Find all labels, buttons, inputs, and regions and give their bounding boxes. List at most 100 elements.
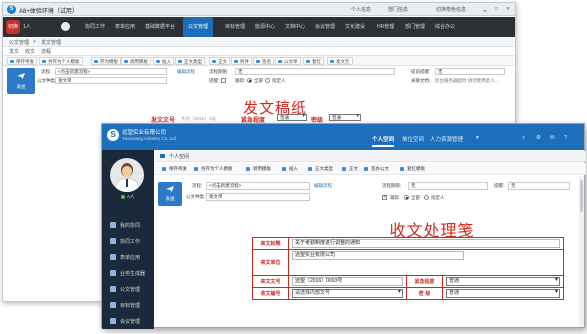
store-template-button[interactable]: 存为模板 [91, 57, 121, 65]
urgency-select[interactable]: 普通 [277, 114, 307, 121]
collab-icon [110, 222, 116, 228]
body-button[interactable]: 正文 [341, 165, 358, 173]
tab-process[interactable]: 流程 [41, 48, 51, 55]
front-window: S 远望实业有限公司 Yuanwang Industry Co.,Ltd. 个人… [101, 123, 586, 329]
save-as-template-button[interactable]: 另存为个人模板 [39, 57, 83, 65]
body-type-button[interactable]: 正文类型 [175, 57, 205, 65]
topnav-more-icon[interactable]: ▾ [476, 135, 479, 141]
nav-item[interactable]: 部门管理 [405, 23, 425, 30]
attachment-button[interactable]: 附件 [231, 57, 252, 65]
insert-button[interactable]: 插入 [153, 57, 174, 65]
vertical-scrollbar[interactable] [579, 176, 584, 327]
titlebar-role-switch[interactable]: 切换角色信息 [436, 6, 466, 13]
track-specified-radio[interactable] [265, 78, 270, 83]
track-all-radio[interactable] [247, 78, 252, 83]
secret-select[interactable]: 普通 [329, 114, 361, 121]
nav-item[interactable]: 表单应用 [115, 23, 135, 30]
scrollbar-thumb[interactable] [580, 180, 583, 212]
body-type-button[interactable]: 正文类型 [307, 165, 333, 173]
topnav-personal-space[interactable]: 个人空间 [372, 135, 395, 147]
sign-button[interactable]: 签名 [253, 57, 274, 65]
sign-icon [364, 167, 368, 171]
send-button[interactable]: 发送 [7, 68, 35, 94]
message-icon[interactable]: ✉ [550, 135, 555, 141]
breadcrumb-item[interactable]: 公文管理 [9, 39, 29, 46]
switch-badge[interactable]: 切换 [6, 20, 20, 34]
edit-process-link[interactable]: 编辑流程 [314, 183, 332, 189]
sidebar-item-collab-work[interactable]: 协同工作 [107, 236, 151, 248]
topnav-hr[interactable]: 人力资源管理 [430, 135, 463, 143]
edit-process-link[interactable]: 编辑流程 [177, 69, 195, 75]
nav-item[interactable]: 文档中心 [285, 23, 305, 30]
avatar[interactable] [110, 158, 144, 192]
titlebar-user-info[interactable]: 个人信息 [351, 6, 371, 13]
save-draft-button[interactable]: 保存待发 [161, 165, 187, 173]
advance-select[interactable]: 无 [435, 68, 505, 75]
doc-type-select[interactable]: 收文单 [206, 193, 310, 201]
remind-checkbox[interactable] [221, 78, 226, 83]
track-checkbox[interactable] [382, 194, 387, 200]
process-field[interactable]: <点击新建流程> [206, 182, 310, 190]
sidebar-item-my-collab[interactable]: 我的协同 [107, 220, 151, 232]
secret-label: 密 级 [406, 287, 443, 300]
nav-item-active[interactable]: 公文管理 [183, 17, 214, 37]
sidebar-item-doc-mgmt[interactable]: 公文管理 [107, 284, 151, 296]
nav-item[interactable]: 基础数据平台 [145, 23, 175, 30]
nav-item[interactable]: 文化建设 [345, 23, 365, 30]
home-icon[interactable] [61, 22, 70, 31]
nav-item[interactable]: HR管理 [377, 23, 394, 30]
search-icon[interactable]: ⌕ [522, 135, 525, 142]
red-header-button[interactable]: 套红 [303, 57, 324, 65]
doc-type-select[interactable]: 发文单 [55, 77, 167, 84]
minimize-icon[interactable]: ▁ [483, 6, 487, 12]
save-draft-button[interactable]: 保存待发 [7, 57, 37, 65]
maximize-icon[interactable]: □ [495, 6, 498, 12]
deadline-select[interactable]: 无 [235, 68, 395, 75]
send-button[interactable]: 发送 [158, 182, 182, 206]
sign-doc-button[interactable]: 签办公文 [363, 165, 389, 173]
send-element-button[interactable]: 发文元 [327, 57, 353, 65]
doc-form-button[interactable]: 公文单 [275, 57, 301, 65]
nav-item[interactable]: 目标管理 [225, 23, 245, 30]
incoming-docno-label: 来文文号 [252, 275, 289, 288]
call-template-button[interactable]: 调用模板 [121, 57, 151, 65]
incoming-title-input[interactable]: 关于考勤制度进行调整的通知 [292, 239, 560, 248]
track-all-radio[interactable] [404, 195, 409, 200]
insert-button[interactable]: 插入 [281, 165, 298, 173]
nav-item[interactable]: 会议管理 [315, 23, 335, 30]
doc-form-icon [278, 60, 282, 63]
nav-item[interactable]: 协同工作 [85, 23, 105, 30]
nav-item[interactable]: 能源中心 [255, 23, 275, 30]
sidebar-item-form-app[interactable]: 表单应用 [107, 252, 151, 264]
nav-user[interactable]: 1人 [23, 23, 31, 30]
track-specified-radio[interactable] [424, 195, 429, 200]
deadline-select[interactable]: 无 [408, 182, 488, 190]
tab-receive[interactable]: 收文 [25, 48, 35, 55]
titlebar-dept-info[interactable]: 部门信息 [388, 6, 408, 13]
red-template-button[interactable]: 套红模板 [399, 165, 425, 173]
call-template-button[interactable]: 调用模板 [245, 165, 271, 173]
urgency-select[interactable]: 普通 [446, 277, 560, 286]
sidebar-item-goal-mgmt[interactable]: 目标管理 [107, 300, 151, 312]
sidebar-item-biz-generator[interactable]: 业务生成器 [107, 268, 151, 280]
doc-title: 发文稿纸 [242, 99, 307, 117]
incoming-docno-input[interactable]: 远望（2016）0003号 [292, 277, 403, 286]
template-icon [194, 167, 198, 171]
incoming-title-label: 来文标题 [252, 237, 289, 250]
remind-select[interactable]: 无 [508, 182, 570, 190]
tab-send[interactable]: 发文 [9, 48, 19, 55]
topnav-unit-space[interactable]: 单位空间 [402, 135, 424, 143]
sidebar-item-meeting-mgmt[interactable]: 会议管理 [107, 316, 151, 328]
nav-item[interactable]: 综合办公 [435, 23, 455, 30]
save-as-template-button[interactable]: 另存为个人模板 [193, 165, 233, 173]
breadcrumb-item[interactable]: 发文管理 [41, 39, 61, 46]
doc-no-value[interactable]: 大兴〔2016〕3号 [181, 116, 216, 122]
incoming-unit-input[interactable]: 远望实业有限公司 [292, 251, 464, 260]
process-field[interactable]: <点击新建流程> [55, 68, 167, 75]
close-icon[interactable]: ✕ [506, 6, 510, 12]
body-button[interactable]: 正文 [209, 57, 230, 65]
secret-select[interactable]: 普通 [446, 289, 560, 298]
settings-icon[interactable]: ⚙ [536, 135, 541, 141]
help-icon[interactable]: ? [564, 135, 567, 141]
recv-no-select[interactable]: 请选择内部文号 [292, 289, 403, 298]
